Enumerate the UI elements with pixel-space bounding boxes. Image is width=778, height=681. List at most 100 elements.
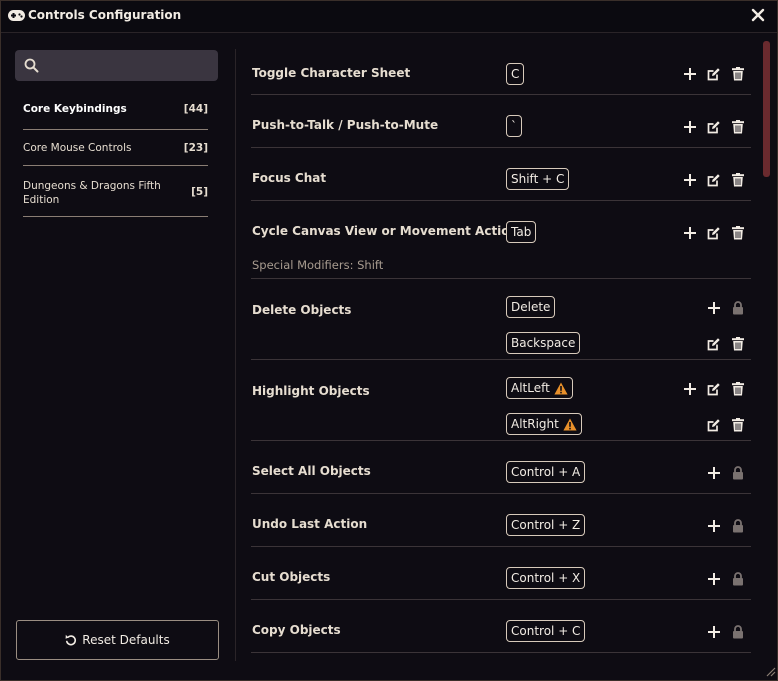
trash-icon[interactable] <box>731 337 745 351</box>
key-binding-chip[interactable]: Tab <box>506 221 537 243</box>
edit-icon[interactable] <box>707 382 721 396</box>
lock-icon <box>733 301 743 315</box>
key-text: C <box>511 67 520 81</box>
plus-icon[interactable] <box>683 226 697 240</box>
plus-icon[interactable] <box>683 382 697 396</box>
keybinding-row: Highlight Objects AltLeft AltRight <box>251 360 751 441</box>
lock-icon <box>733 519 743 533</box>
reset-defaults-label: Reset Defaults <box>82 633 170 647</box>
binding-label: Copy Objects <box>252 623 341 637</box>
key-binding-chip[interactable]: Delete <box>506 296 556 318</box>
title-bar: Controls Configuration <box>1 1 777 33</box>
keybinding-row: Select All Objects Control + A <box>251 441 751 494</box>
category-sidebar: Core Keybindings [44] Core Mouse Control… <box>1 33 233 679</box>
plus-icon[interactable] <box>707 519 721 533</box>
trash-icon[interactable] <box>731 382 745 396</box>
plus-icon[interactable] <box>707 466 721 480</box>
key-text: Shift + C <box>511 172 565 186</box>
key-binding-chip[interactable]: Shift + C <box>506 168 570 190</box>
keybinding-row: Toggle Character Sheet C <box>251 53 751 95</box>
trash-icon[interactable] <box>731 226 745 240</box>
warning-icon <box>563 418 577 430</box>
plus-icon[interactable] <box>683 120 697 134</box>
resize-handle-icon[interactable] <box>766 667 776 677</box>
binding-label: Cut Objects <box>252 570 331 584</box>
key-text: Tab <box>511 225 532 239</box>
lock-icon <box>733 466 743 480</box>
controls-configuration-window: Controls Configuration Core Keybindings … <box>0 0 778 681</box>
key-text: Control + Z <box>511 518 581 532</box>
key-text: Control + X <box>511 571 581 585</box>
category-label: Core Mouse Controls <box>23 142 132 154</box>
category-label: Dungeons & Dragons Fifth Edition <box>23 180 161 206</box>
scrollbar-thumb[interactable] <box>763 41 770 177</box>
edit-icon[interactable] <box>707 173 721 187</box>
category-core-mouse-controls[interactable]: Core Mouse Controls [23] <box>23 130 208 166</box>
key-binding-chip[interactable]: AltLeft <box>506 377 573 399</box>
key-text: Backspace <box>511 336 576 350</box>
plus-icon[interactable] <box>707 625 721 639</box>
undo-icon <box>65 634 77 646</box>
plus-icon[interactable] <box>683 173 697 187</box>
warning-icon <box>554 382 568 394</box>
keybinding-row: Undo Last Action Control + Z <box>251 494 751 547</box>
search-box[interactable] <box>15 50 218 81</box>
keybinding-row: Delete Objects Delete Backspace <box>251 279 751 360</box>
key-binding-chip[interactable]: Control + C <box>506 620 586 642</box>
edit-icon[interactable] <box>707 120 721 134</box>
binding-label: Toggle Character Sheet <box>252 66 411 80</box>
keybinding-row: Cycle Canvas View or Movement Action Tab… <box>251 201 751 279</box>
edit-icon[interactable] <box>707 226 721 240</box>
key-text: ` <box>511 119 517 133</box>
binding-label: Undo Last Action <box>252 517 368 531</box>
keybinding-row: Push-to-Talk / Push-to-Mute ` <box>251 95 751 148</box>
trash-icon[interactable] <box>731 67 745 81</box>
category-dnd5e[interactable]: Dungeons & Dragons Fifth Edition [5] <box>23 166 208 217</box>
search-icon <box>24 58 39 73</box>
trash-icon[interactable] <box>731 120 745 134</box>
edit-icon[interactable] <box>707 418 721 432</box>
category-count: [5] <box>191 186 208 198</box>
trash-icon[interactable] <box>731 173 745 187</box>
gamepad-icon <box>8 10 25 21</box>
key-text: Delete <box>511 300 551 314</box>
plus-icon[interactable] <box>707 301 721 315</box>
close-icon[interactable] <box>751 8 765 22</box>
key-text: Control + A <box>511 465 581 479</box>
lock-icon <box>733 625 743 639</box>
key-binding-chip[interactable]: ` <box>506 115 522 137</box>
binding-label: Focus Chat <box>252 171 327 185</box>
key-text: AltLeft <box>511 381 550 395</box>
keybinding-row: Copy Objects Control + C <box>251 600 751 653</box>
special-modifiers-text: Special Modifiers: Shift <box>252 258 384 272</box>
category-count: [23] <box>183 142 208 154</box>
binding-label: Highlight Objects <box>252 384 370 398</box>
key-text: Control + C <box>511 624 581 638</box>
lock-icon <box>733 572 743 586</box>
binding-label: Push-to-Talk / Push-to-Mute <box>252 118 439 132</box>
key-text: AltRight <box>511 417 559 431</box>
binding-label: Delete Objects <box>252 303 352 317</box>
edit-icon[interactable] <box>707 67 721 81</box>
key-binding-chip[interactable]: Control + Z <box>506 514 586 536</box>
key-binding-chip[interactable]: Control + X <box>506 567 586 589</box>
search-input[interactable] <box>49 54 213 78</box>
reset-defaults-button[interactable]: Reset Defaults <box>16 620 219 660</box>
key-binding-chip[interactable]: C <box>506 63 525 85</box>
key-binding-chip[interactable]: Backspace <box>506 332 581 354</box>
binding-label: Select All Objects <box>252 464 371 478</box>
category-label: Core Keybindings <box>23 103 127 115</box>
trash-icon[interactable] <box>731 418 745 432</box>
keybinding-row: Cut Objects Control + X <box>251 547 751 600</box>
keybinding-list: Toggle Character Sheet C Push-to-Talk / … <box>251 33 751 679</box>
key-binding-chip[interactable]: Control + A <box>506 461 586 483</box>
plus-icon[interactable] <box>707 572 721 586</box>
panel-divider <box>235 49 236 661</box>
plus-icon[interactable] <box>683 67 697 81</box>
binding-label: Cycle Canvas View or Movement Action <box>252 224 519 238</box>
window-title: Controls Configuration <box>28 8 182 22</box>
key-binding-chip[interactable]: AltRight <box>506 413 582 435</box>
category-core-keybindings[interactable]: Core Keybindings [44] <box>23 94 208 130</box>
keybinding-row: Focus Chat Shift + C <box>251 148 751 201</box>
edit-icon[interactable] <box>707 337 721 351</box>
